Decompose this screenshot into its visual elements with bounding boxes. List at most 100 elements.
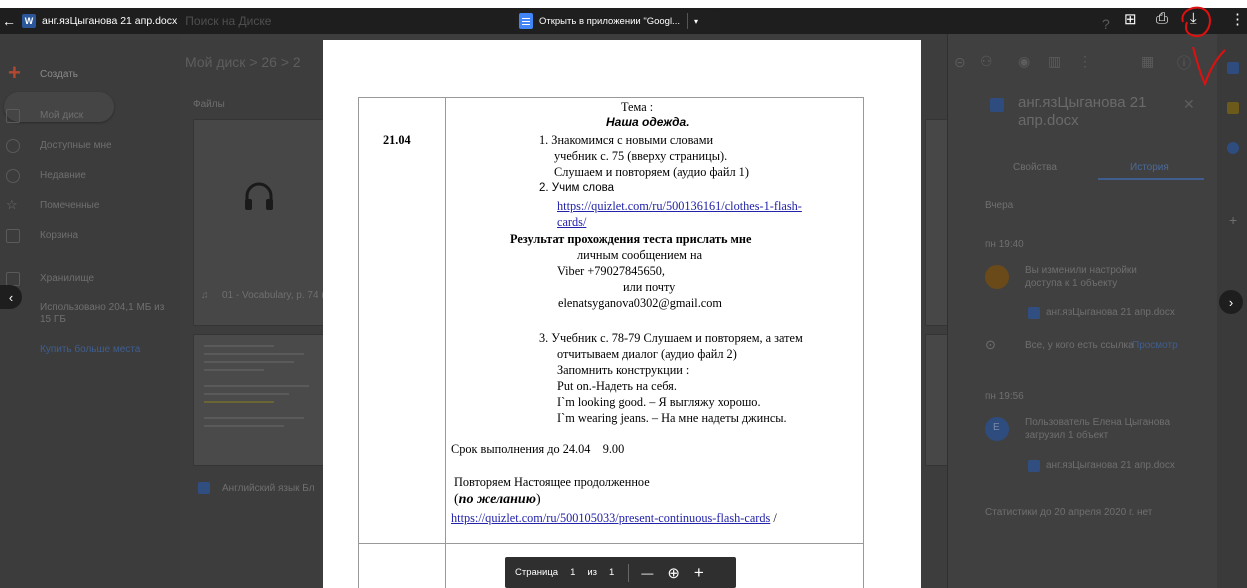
storage-usage: Использовано 204,1 МБ из 15 ГБ	[40, 302, 165, 325]
quizlet-link-1-cont[interactable]: cards/	[557, 215, 586, 230]
clock-icon	[6, 169, 20, 183]
plus-icon: +	[8, 60, 21, 85]
drive-file-viewer: + Создать Мой диск Доступные мне Недавни…	[0, 0, 1247, 588]
word-icon: W	[22, 14, 36, 28]
page-ctrl-divider	[628, 563, 630, 582]
details-panel: анг.язЦыганова 21 апр.docx ✕ Свойства Ис…	[947, 34, 1218, 588]
trash-icon	[6, 229, 20, 243]
tab-indicator	[1098, 178, 1204, 180]
history-entry-1: Вы изменили настройки доступа к 1 объект…	[1025, 265, 1137, 289]
file-card-2-name: Английский язык Бл	[222, 483, 315, 494]
doc-line: 1. Знакомимся с новыми словами	[539, 133, 714, 147]
history-entry-1-file: анг.язЦыганова 21 апр.docx	[1046, 307, 1175, 318]
file-card-right-edge	[925, 119, 949, 326]
word-file-icon	[990, 98, 1004, 112]
chevron-down-icon[interactable]: ▾	[694, 17, 698, 26]
page-label: Страница	[515, 567, 559, 578]
avatar	[985, 265, 1009, 289]
doc-line: Повторяем Настоящее продолженное	[454, 475, 650, 489]
doc-line: Результат прохождения теста прислать мне	[510, 232, 752, 246]
sidebar-item-shared: Доступные мне	[40, 140, 112, 151]
user-avatar: Е	[985, 417, 1009, 441]
print-icon[interactable]: ⎙	[1156, 10, 1168, 27]
topic-label: Тема :	[621, 100, 654, 114]
add-comment-icon[interactable]: ⊞	[1124, 10, 1137, 28]
more-dim-icon: ⋮	[1078, 53, 1092, 69]
date-cell: 21.04	[383, 133, 411, 147]
doc-line: elenatsyganova0302@gmail.com	[558, 296, 722, 310]
of-label: из	[587, 567, 598, 578]
file-card-1-name: 01 - Vocabulary, p. 74 (	[222, 290, 325, 301]
doc-line: личным сообщением на	[577, 248, 703, 262]
page-controls: Страница 1 из 1 — ⊕ +	[505, 557, 736, 588]
zoom-out-icon[interactable]: —	[641, 566, 653, 580]
quizlet-link-1[interactable]: https://quizlet.com/ru/500136161/clothes…	[557, 199, 802, 214]
headphones-icon	[245, 182, 273, 210]
delete-icon: ▥	[1048, 53, 1062, 69]
history-file-icon-2	[1028, 460, 1040, 472]
my-drive-icon	[6, 109, 20, 123]
next-file-button[interactable]: ›	[1219, 290, 1243, 314]
grid-view-icon: ▦	[1141, 53, 1155, 69]
add-person-icon: ⚇	[980, 53, 993, 69]
open-with-divider	[686, 13, 688, 29]
history-time-2: пн 19:56	[985, 391, 1024, 402]
gdoc-file-icon	[198, 482, 210, 494]
file-card-right-edge-2	[925, 334, 949, 466]
open-with-button[interactable]: Открыть в приложении "Googl... ▾	[515, 10, 720, 32]
doc-line: 2. Учим слова	[539, 182, 614, 194]
doc-line: отчитываем диалог (аудио файл 2)	[557, 347, 737, 361]
link-2-line: https://quizlet.com/ru/500105033/present…	[451, 511, 777, 525]
deadline-text: Срок выполнения до 24.04 9.00	[451, 442, 625, 456]
chevron-right-icon: ›	[1228, 294, 1234, 310]
history-file-icon	[1028, 307, 1040, 319]
zoom-in-icon[interactable]: +	[694, 563, 704, 583]
zoom-icon[interactable]: ⊕	[667, 564, 680, 582]
tab-history: История	[1130, 162, 1169, 173]
file-name: анг.язЦыганова 21 апр.docx	[42, 15, 178, 27]
doc-line: I`m wearing jeans. – На мне надеты джинс…	[557, 411, 787, 425]
sidebar-item-recent: Недавние	[40, 170, 86, 181]
details-title: анг.язЦыганова 21 апр.docx	[1018, 94, 1147, 129]
history-entry-2: Пользователь Елена Цыганова загрузил 1 о…	[1025, 417, 1171, 441]
breadcrumb: Мой диск > 26 > 2	[185, 54, 301, 70]
history-yesterday: Вчера	[985, 200, 1014, 211]
back-arrow-icon[interactable]: ←	[2, 13, 16, 29]
topic-title: Наша одежда.	[606, 115, 690, 129]
history-entry-2-file: анг.язЦыганова 21 апр.docx	[1046, 460, 1175, 471]
files-heading: Файлы	[193, 99, 225, 110]
doc-line: I`m looking good. – Я выгляжу хорошо.	[557, 395, 761, 409]
create-label: Создать	[40, 69, 79, 80]
doc-line: Viber +79027845650,	[557, 264, 665, 278]
doc-line: Запомнить конструкции :	[557, 363, 690, 377]
optional-line: (по желанию)	[454, 492, 541, 507]
close-icon: ✕	[1183, 96, 1195, 112]
doc-line: Put on.-Надеть на себя.	[557, 379, 677, 393]
audio-file-icon: ♫	[201, 290, 209, 301]
google-docs-icon	[519, 13, 533, 29]
buy-storage-link: Купить больше места	[40, 344, 141, 355]
chevron-left-icon: ‹	[8, 289, 14, 305]
drive-sidebar: + Создать Мой диск Доступные мне Недавни…	[0, 34, 180, 588]
storage-icon	[6, 272, 20, 286]
storage-label: Хранилище	[40, 273, 94, 284]
history-entry-1-access-role: Просмотр	[1132, 340, 1178, 351]
doc-line: или почту	[623, 280, 676, 294]
star-icon: ☆	[6, 197, 18, 212]
drive-search-placeholder: Поиск на Диске	[185, 14, 272, 28]
sidebar-item-starred: Помеченные	[40, 200, 100, 211]
document-page: 21.04 Тема : Наша одежда. 1. Знакомимся …	[323, 40, 921, 588]
sidebar-item-trash: Корзина	[40, 230, 79, 241]
history-footer: Статистики до 20 апреля 2020 г. нет	[985, 507, 1153, 518]
quizlet-link-2[interactable]: https://quizlet.com/ru/500105033/present…	[451, 511, 770, 525]
file-card-doc-thumb	[193, 334, 325, 466]
doc-line: Слушаем и повторяем (аудио файл 1)	[554, 165, 749, 179]
help-dim-icon: ?	[1102, 16, 1110, 32]
link-icon: ⊙	[985, 337, 996, 352]
doc-line: 3. Учебник с. 78-79 Слушаем и повторяем,…	[539, 331, 803, 345]
history-time-1: пн 19:40	[985, 239, 1024, 250]
current-page-input[interactable]: 1	[570, 567, 575, 578]
red-annotation	[1181, 6, 1226, 87]
preview-icon: ◉	[1018, 53, 1031, 69]
history-entry-1-access: Все, у кого есть ссылка	[1025, 340, 1134, 351]
